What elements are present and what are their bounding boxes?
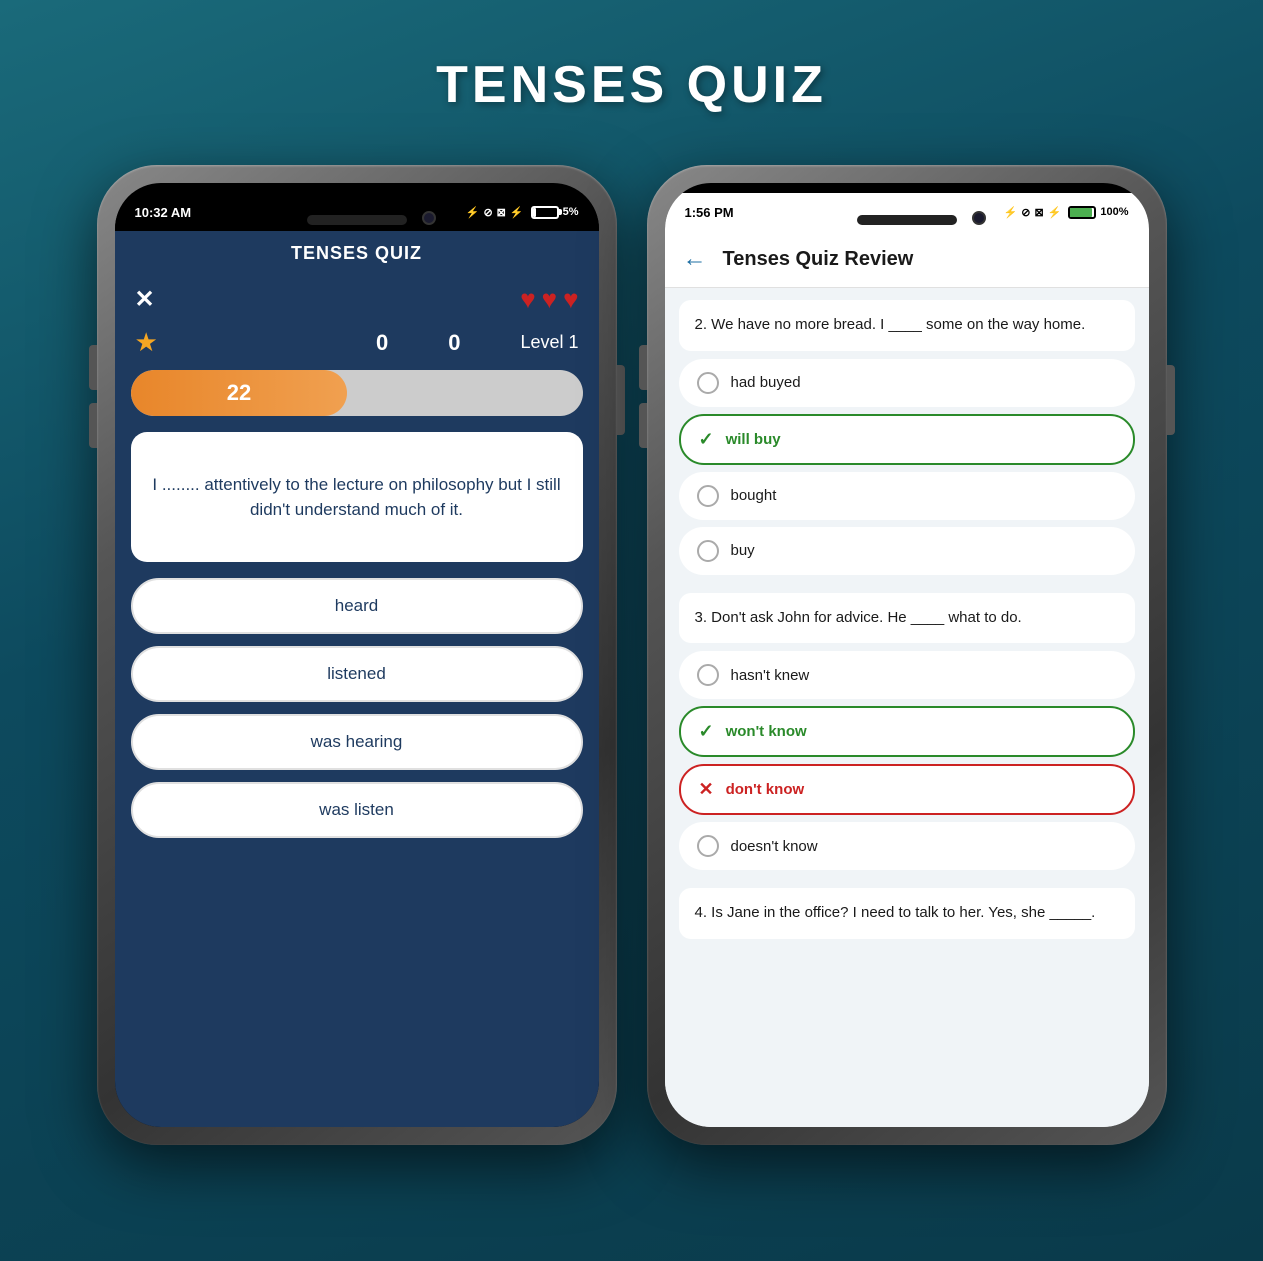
answer-label-2: listened xyxy=(327,664,386,683)
close-button[interactable]: ✕ xyxy=(135,285,155,314)
phone1: 10:32 AM ⚡ ⊘ ⊠ ⚡ 5% TENSES QUIZ xyxy=(97,165,617,1145)
page-title: TENSES QUIZ xyxy=(436,55,827,115)
heart-2: ♥ xyxy=(542,284,557,315)
option-text-3: bought xyxy=(731,487,777,504)
option-text-1: had buyed xyxy=(731,374,801,391)
review-title: Tenses Quiz Review xyxy=(723,248,914,271)
heart-1: ♥ xyxy=(520,284,535,315)
volume-down-button-2[interactable] xyxy=(639,403,647,448)
check-icon-1: ✓ xyxy=(699,429,714,450)
phones-container: 10:32 AM ⚡ ⊘ ⊠ ⚡ 5% TENSES QUIZ xyxy=(97,165,1167,1145)
answer-label-1: heard xyxy=(335,596,378,615)
status-icons-2: ⚡ ⊘ ⊠ ⚡ 100% xyxy=(1004,206,1129,219)
battery-bar-2 xyxy=(1068,206,1096,219)
option-text-8: doesn't know xyxy=(731,838,818,855)
option-circle-3 xyxy=(697,485,719,507)
wifi-icon: ⊠ xyxy=(497,206,506,219)
answer-option-1[interactable]: heard xyxy=(131,578,583,634)
quiz-screen: TENSES QUIZ ✕ ♥ ♥ ♥ ★ 0 0 xyxy=(115,231,599,1127)
question-prompt-3: 3. Don't ask John for advice. He ____ wh… xyxy=(679,593,1135,644)
bluetooth-icon-2: ⚡ xyxy=(1004,206,1018,219)
option-text-2: will buy xyxy=(726,431,781,448)
status-bar-1: 10:32 AM ⚡ ⊘ ⊠ ⚡ 5% xyxy=(115,193,599,231)
signal-icon-2: ⊘ xyxy=(1021,206,1030,219)
battery-fill-2 xyxy=(1070,208,1092,217)
review-content: 2. We have no more bread. I ____ some on… xyxy=(665,288,1149,1127)
heart-3: ♥ xyxy=(563,284,578,315)
progress-fill: 22 xyxy=(131,370,348,416)
option-had-buyed[interactable]: had buyed xyxy=(679,359,1135,407)
status-bar-2: 1:56 PM ⚡ ⊘ ⊠ ⚡ 100% xyxy=(665,193,1149,231)
option-text-7: don't know xyxy=(726,781,805,798)
question-block-2: 2. We have no more bread. I ____ some on… xyxy=(679,300,1135,575)
phone2-speaker xyxy=(857,215,957,225)
hearts-container: ♥ ♥ ♥ xyxy=(520,284,578,315)
progress-number: 22 xyxy=(227,380,251,406)
review-header: ← Tenses Quiz Review xyxy=(665,231,1149,288)
option-bought[interactable]: bought xyxy=(679,472,1135,520)
phone-speaker xyxy=(307,215,407,225)
option-text-6: won't know xyxy=(726,723,807,740)
question-prompt-4: 4. Is Jane in the office? I need to talk… xyxy=(679,888,1135,939)
question-block-4: 4. Is Jane in the office? I need to talk… xyxy=(679,888,1135,939)
volume-up-button[interactable] xyxy=(89,345,97,390)
option-circle-5 xyxy=(697,664,719,686)
option-text-4: buy xyxy=(731,542,755,559)
answer-label-3: was hearing xyxy=(311,732,403,751)
question-prompt-2: 2. We have no more bread. I ____ some on… xyxy=(679,300,1135,351)
progress-bar: 22 xyxy=(131,370,583,416)
volume-down-button[interactable] xyxy=(89,403,97,448)
answer-option-3[interactable]: was hearing xyxy=(131,714,583,770)
option-text-5: hasn't knew xyxy=(731,667,810,684)
phone-camera xyxy=(422,211,436,225)
option-doesnt-know[interactable]: doesn't know xyxy=(679,822,1135,870)
check-icon-2: ✓ xyxy=(699,721,714,742)
battery-percent-1: 5% xyxy=(563,206,579,218)
answer-option-2[interactable]: listened xyxy=(131,646,583,702)
battery-fill-1 xyxy=(533,208,537,217)
wifi-icon-2: ⊠ xyxy=(1034,206,1043,219)
question-box: I ........ attentively to the lecture on… xyxy=(131,432,583,562)
phone2-camera xyxy=(972,211,986,225)
answer-label-4: was listen xyxy=(319,800,394,819)
option-circle-1 xyxy=(697,372,719,394)
score-row: ★ 0 0 Level 1 xyxy=(115,323,599,370)
x-icon-1: ✕ xyxy=(699,779,714,800)
question-text: I ........ attentively to the lecture on… xyxy=(151,472,563,523)
charging-icon: ⚡ xyxy=(510,206,524,219)
score-value-2: 0 xyxy=(448,330,460,356)
app-title: TENSES QUIZ xyxy=(291,243,422,263)
option-will-buy[interactable]: ✓ will buy xyxy=(679,414,1135,465)
volume-up-button-2[interactable] xyxy=(639,345,647,390)
option-hasnt-knew[interactable]: hasn't knew xyxy=(679,651,1135,699)
power-button-2[interactable] xyxy=(1167,365,1175,435)
star-icon: ★ xyxy=(135,327,158,358)
score-value-1: 0 xyxy=(376,330,388,356)
bluetooth-icon: ⚡ xyxy=(466,206,480,219)
status-time-2: 1:56 PM xyxy=(685,205,734,220)
phone2: 1:56 PM ⚡ ⊘ ⊠ ⚡ 100% ← Tenses Quiz Re xyxy=(647,165,1167,1145)
question-block-3: 3. Don't ask John for advice. He ____ wh… xyxy=(679,593,1135,871)
score-section: 0 0 Level 1 xyxy=(376,330,579,356)
status-time-1: 10:32 AM xyxy=(135,205,192,220)
option-buy[interactable]: buy xyxy=(679,527,1135,575)
battery-bar-1 xyxy=(531,206,559,219)
top-bar: ✕ ♥ ♥ ♥ xyxy=(115,276,599,323)
option-wont-know[interactable]: ✓ won't know xyxy=(679,706,1135,757)
level-label: Level 1 xyxy=(520,332,578,353)
status-icons-1: ⚡ ⊘ ⊠ ⚡ 5% xyxy=(466,206,579,219)
app-header: TENSES QUIZ xyxy=(115,231,599,276)
power-button[interactable] xyxy=(617,365,625,435)
phone2-screen: 1:56 PM ⚡ ⊘ ⊠ ⚡ 100% ← Tenses Quiz Re xyxy=(665,183,1149,1127)
review-screen: ← Tenses Quiz Review 2. We have no more … xyxy=(665,231,1149,1127)
option-circle-8 xyxy=(697,835,719,857)
phone1-screen: 10:32 AM ⚡ ⊘ ⊠ ⚡ 5% TENSES QUIZ xyxy=(115,183,599,1127)
option-dont-know[interactable]: ✕ don't know xyxy=(679,764,1135,815)
option-circle-4 xyxy=(697,540,719,562)
charging-icon-2: ⚡ xyxy=(1048,206,1062,219)
battery-percent-2: 100% xyxy=(1100,206,1128,218)
signal-icon: ⊘ xyxy=(483,206,492,219)
back-button[interactable]: ← xyxy=(683,245,707,273)
answer-option-4[interactable]: was listen xyxy=(131,782,583,838)
